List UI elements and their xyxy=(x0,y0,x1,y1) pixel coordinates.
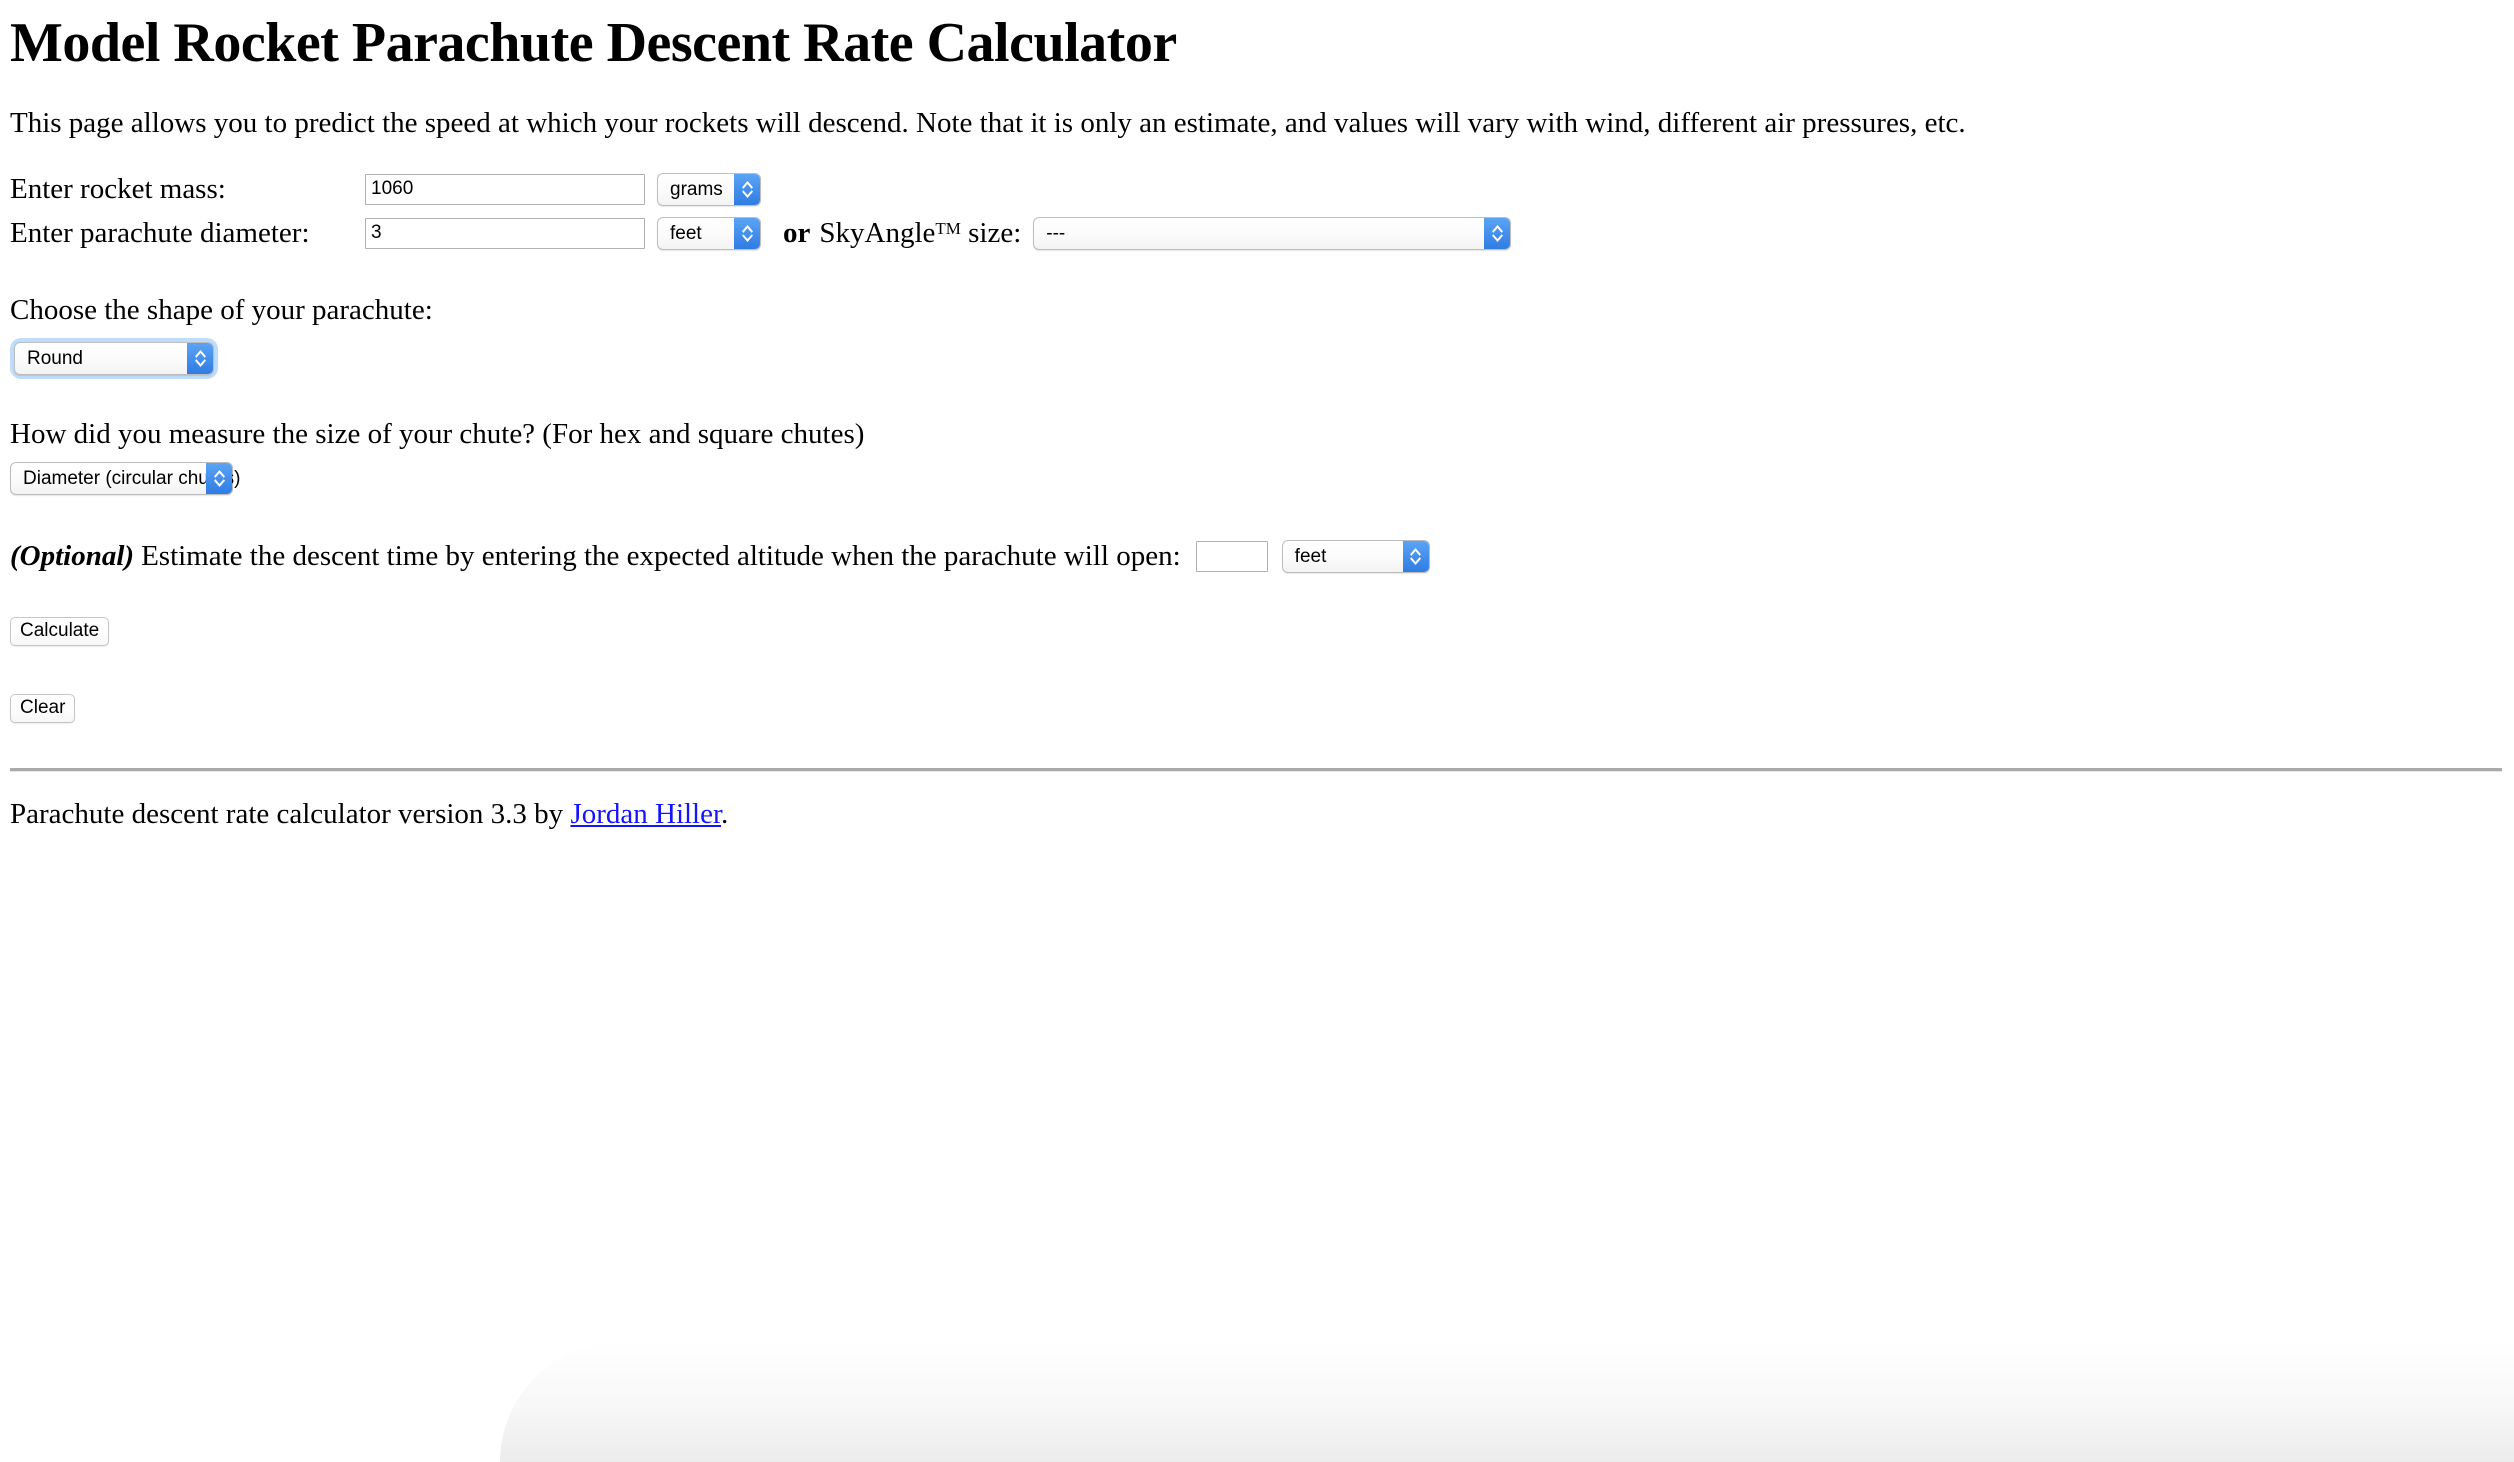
intro-paragraph: This page allows you to predict the spee… xyxy=(10,106,1966,139)
optional-altitude-label: Estimate the descent time by entering th… xyxy=(141,539,1181,572)
skyangle-brand: SkyAngle xyxy=(819,216,936,249)
parachute-shape-value: Round xyxy=(27,347,83,369)
rocket-mass-input[interactable] xyxy=(365,173,645,205)
skyangle-size-select[interactable]: --- xyxy=(1033,216,1512,250)
row-rocket-mass: Enter rocket mass: grams xyxy=(10,167,2502,211)
calculate-button-row: Calculate xyxy=(10,616,2502,646)
page-title: Model Rocket Parachute Descent Rate Calc… xyxy=(10,12,1177,74)
footer-text-before: Parachute descent rate calculator versio… xyxy=(10,797,571,830)
chevron-updown-icon xyxy=(734,173,760,205)
skyangle-label-tail: size: xyxy=(960,216,1022,249)
rocket-mass-unit-select[interactable]: grams xyxy=(657,172,761,206)
parachute-shape-select[interactable]: Round xyxy=(14,341,214,375)
optional-emphasis-label: (Optional) xyxy=(10,539,135,572)
measurement-method-question: How did you measure the size of your chu… xyxy=(10,417,865,450)
rocket-mass-unit-value: grams xyxy=(670,178,723,200)
parachute-shape-question: Choose the shape of your parachute: xyxy=(10,294,433,327)
calculate-button[interactable]: Calculate xyxy=(10,616,110,646)
altitude-unit-select[interactable]: feet xyxy=(1281,539,1430,573)
clear-button[interactable]: Clear xyxy=(10,693,76,723)
parachute-diameter-unit-value: feet xyxy=(670,222,702,244)
altitude-input[interactable] xyxy=(1195,540,1268,572)
primary-form: Enter rocket mass: grams Enter parachute… xyxy=(10,167,2502,255)
parachute-diameter-label: Enter parachute diameter: xyxy=(10,216,310,249)
altitude-unit-value: feet xyxy=(1294,545,1327,567)
chevron-updown-icon xyxy=(1484,217,1511,249)
page-container: Model Rocket Parachute Descent Rate Calc… xyxy=(0,14,2514,831)
chevron-updown-icon xyxy=(206,462,232,494)
parachute-shape-focus-ring: Round xyxy=(10,337,218,379)
rocket-mass-label: Enter rocket mass: xyxy=(10,172,226,205)
author-link[interactable]: Jordan Hiller xyxy=(570,798,721,830)
parachute-diameter-input[interactable] xyxy=(365,217,645,249)
footer-divider xyxy=(10,767,2502,771)
section-parachute-shape: Choose the shape of your parachute: Roun… xyxy=(10,294,2502,379)
row-parachute-diameter: Enter parachute diameter: feet or SkyAng… xyxy=(10,211,2502,255)
measurement-method-select[interactable]: Diameter (circular chutes) xyxy=(10,461,241,495)
clear-button-row: Clear xyxy=(10,693,2502,723)
trademark-icon: TM xyxy=(935,218,961,238)
chevron-updown-icon xyxy=(734,217,760,249)
bottom-shadow-overlay xyxy=(500,1342,2514,1462)
skyangle-label: SkyAngleTM size: xyxy=(819,217,1021,250)
skyangle-size-value: --- xyxy=(1046,222,1066,244)
section-measurement-method: How did you measure the size of your chu… xyxy=(10,417,2502,495)
skyangle-conjunction: or xyxy=(783,216,811,249)
footer-credit: Parachute descent rate calculator versio… xyxy=(10,798,2502,831)
row-optional-altitude: (Optional) Estimate the descent time by … xyxy=(10,539,2502,573)
chevron-updown-icon xyxy=(187,342,213,374)
footer-text-after: . xyxy=(721,797,729,830)
chevron-updown-icon xyxy=(1402,540,1429,572)
parachute-diameter-unit-select[interactable]: feet xyxy=(657,216,761,250)
